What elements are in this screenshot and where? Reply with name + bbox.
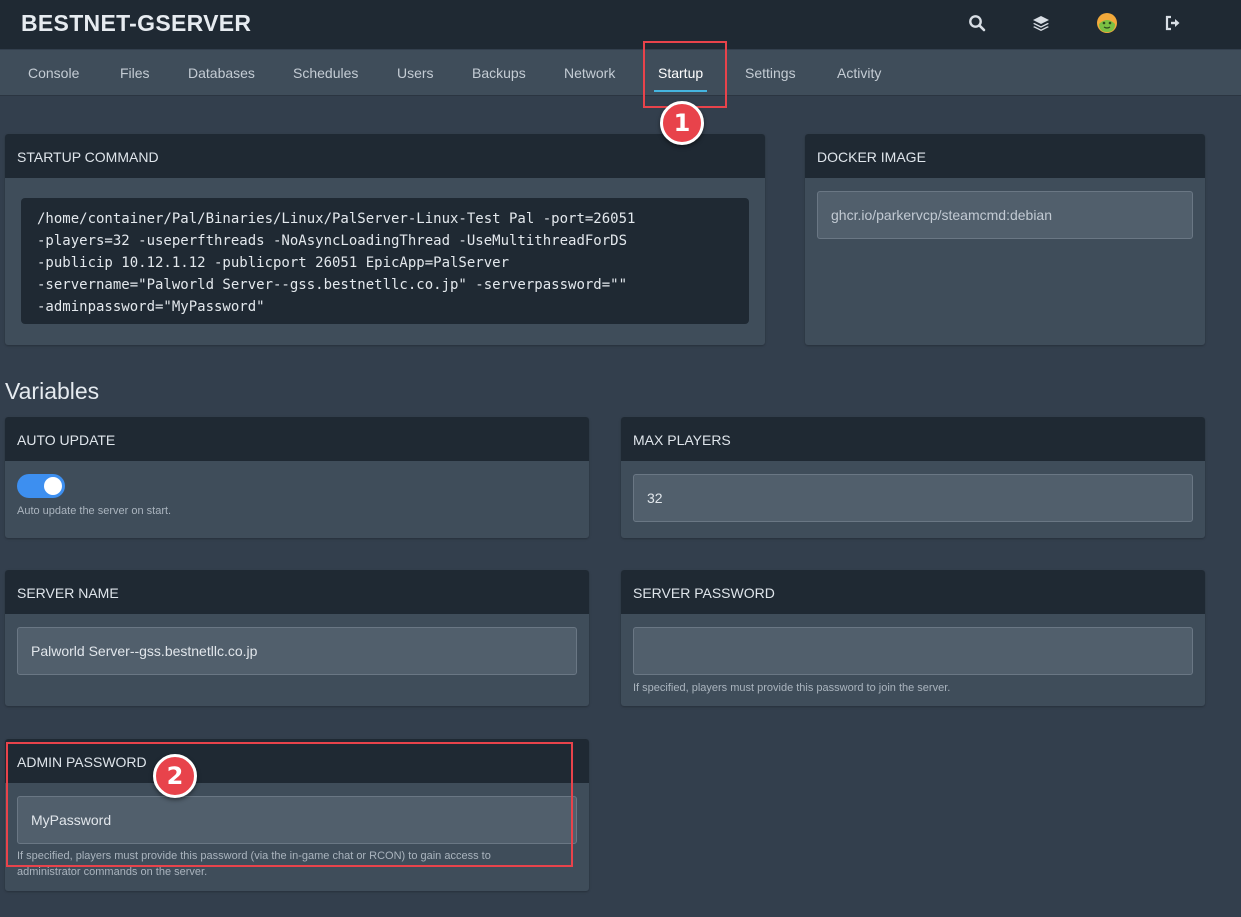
tab-backups[interactable]: Backups bbox=[472, 50, 526, 95]
auto-update-card: AUTO UPDATE Auto update the server on st… bbox=[5, 417, 589, 538]
tab-databases[interactable]: Databases bbox=[188, 50, 255, 95]
card-title: DOCKER IMAGE bbox=[805, 134, 1205, 178]
server-password-input[interactable] bbox=[633, 627, 1193, 675]
docker-image-card: DOCKER IMAGE ghcr.io/parkervcp/steamcmd:… bbox=[805, 134, 1205, 345]
startup-command-text: /home/container/Pal/Binaries/Linux/PalSe… bbox=[21, 198, 749, 324]
admin-password-input[interactable] bbox=[17, 796, 577, 844]
card-title: AUTO UPDATE bbox=[5, 417, 589, 461]
auto-update-help: Auto update the server on start. bbox=[17, 505, 172, 517]
max-players-input[interactable] bbox=[633, 474, 1193, 522]
card-title: SERVER NAME bbox=[5, 570, 589, 614]
card-title: STARTUP COMMAND bbox=[5, 134, 765, 178]
server-name-input[interactable] bbox=[17, 627, 577, 675]
avatar[interactable] bbox=[1095, 11, 1119, 35]
card-title: ADMIN PASSWORD bbox=[5, 739, 589, 783]
tab-users[interactable]: Users bbox=[397, 50, 434, 95]
tab-activity[interactable]: Activity bbox=[837, 50, 881, 95]
max-players-card: MAX PLAYERS bbox=[621, 417, 1205, 538]
admin-password-help: administrator commands on the server. bbox=[17, 866, 208, 878]
tab-network[interactable]: Network bbox=[564, 50, 615, 95]
auto-update-toggle[interactable] bbox=[17, 474, 65, 498]
command-line: -adminpassword="MyPassword" bbox=[37, 299, 265, 315]
admin-password-card: ADMIN PASSWORD If specified, players mus… bbox=[5, 739, 589, 891]
startup-command-card: STARTUP COMMAND /home/container/Pal/Bina… bbox=[5, 134, 765, 345]
tab-console[interactable]: Console bbox=[28, 50, 79, 95]
logout-icon[interactable] bbox=[1161, 11, 1185, 35]
command-line: -servername="Palworld Server--gss.bestne… bbox=[37, 277, 628, 293]
step-marker-2: 2 bbox=[153, 754, 197, 798]
server-password-help: If specified, players must provide this … bbox=[633, 682, 951, 694]
admin-password-help: If specified, players must provide this … bbox=[17, 850, 491, 862]
top-bar: BESTNET-GSERVER bbox=[0, 0, 1241, 49]
tab-startup[interactable]: Startup bbox=[653, 50, 708, 95]
tab-schedules[interactable]: Schedules bbox=[293, 50, 358, 95]
nav-tabs: Console Files Databases Schedules Users … bbox=[0, 50, 1241, 96]
layers-icon[interactable] bbox=[1029, 11, 1053, 35]
variables-heading: Variables bbox=[5, 378, 100, 404]
docker-image-select[interactable]: ghcr.io/parkervcp/steamcmd:debian bbox=[817, 191, 1193, 239]
card-title: MAX PLAYERS bbox=[621, 417, 1205, 461]
tab-files[interactable]: Files bbox=[120, 50, 150, 95]
command-line: -players=32 -useperfthreads -NoAsyncLoad… bbox=[37, 233, 628, 249]
toggle-knob bbox=[44, 477, 62, 495]
server-name-card: SERVER NAME bbox=[5, 570, 589, 706]
command-line: -publicip 10.12.1.12 -publicport 26051 E… bbox=[37, 255, 510, 271]
search-icon[interactable] bbox=[965, 11, 989, 35]
step-marker-1: 1 bbox=[660, 101, 704, 145]
tab-settings[interactable]: Settings bbox=[745, 50, 796, 95]
app-title[interactable]: BESTNET-GSERVER bbox=[21, 10, 251, 37]
server-password-card: SERVER PASSWORD If specified, players mu… bbox=[621, 570, 1205, 706]
command-line: /home/container/Pal/Binaries/Linux/PalSe… bbox=[37, 211, 636, 227]
card-title: SERVER PASSWORD bbox=[621, 570, 1205, 614]
